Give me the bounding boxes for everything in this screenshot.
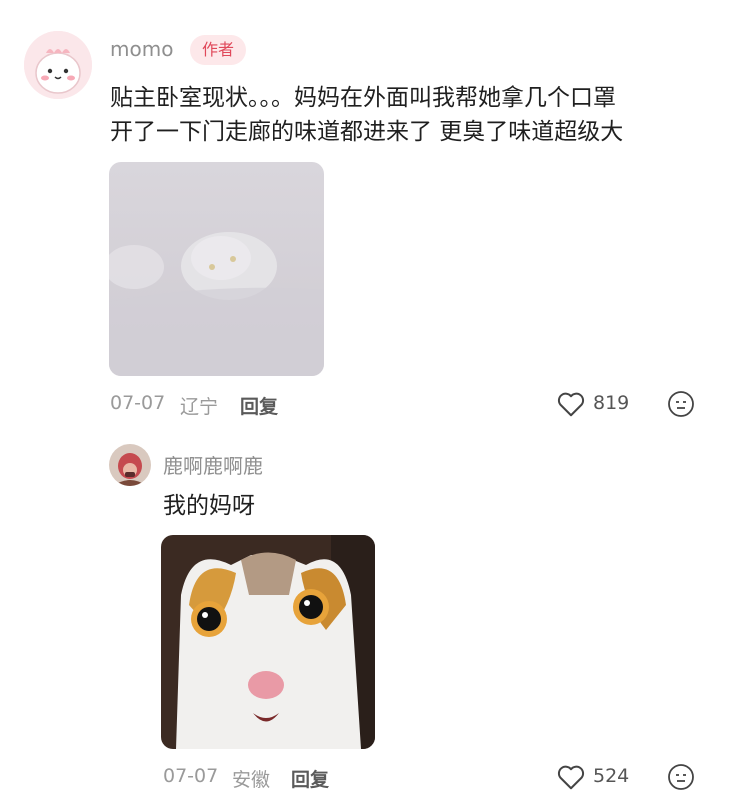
avatar-illustration [24, 31, 92, 99]
comment-username[interactable]: momo [110, 37, 173, 61]
author-badge: 作者 [190, 35, 247, 65]
reply-button[interactable]: 回复 [240, 392, 278, 419]
comment-location: 辽宁 [180, 396, 219, 418]
emoji-icon[interactable] [667, 390, 697, 420]
bedroom-photo [109, 162, 324, 376]
reply-avatar-photo [109, 444, 151, 486]
reply-avatar[interactable] [109, 444, 151, 486]
comment-date: 07-07 [110, 392, 166, 414]
reply-location: 安徽 [232, 769, 271, 791]
avatar[interactable] [24, 31, 92, 99]
heart-outline-icon[interactable] [556, 763, 588, 793]
comment-text-line-1: 贴主卧室现状。。。妈妈在外面叫我帮她拿几个口罩 [110, 85, 616, 111]
reply-reply-button[interactable]: 回复 [291, 765, 329, 792]
heart-outline-icon[interactable] [556, 390, 588, 420]
reply-image[interactable] [161, 535, 375, 749]
surprised-cat-photo [161, 535, 375, 749]
reply-like-count: 524 [593, 765, 630, 787]
comment-text-line-2: 开了一下门走廊的味道都进来了 更臭了味道超级大 [110, 119, 624, 145]
emoji-icon[interactable] [667, 763, 697, 793]
comment-image[interactable] [109, 162, 324, 376]
reply-date: 07-07 [163, 765, 219, 787]
reply-username[interactable]: 鹿啊鹿啊鹿 [163, 450, 263, 479]
reply-text: 我的妈呀 [163, 493, 255, 519]
like-count: 819 [593, 392, 630, 414]
